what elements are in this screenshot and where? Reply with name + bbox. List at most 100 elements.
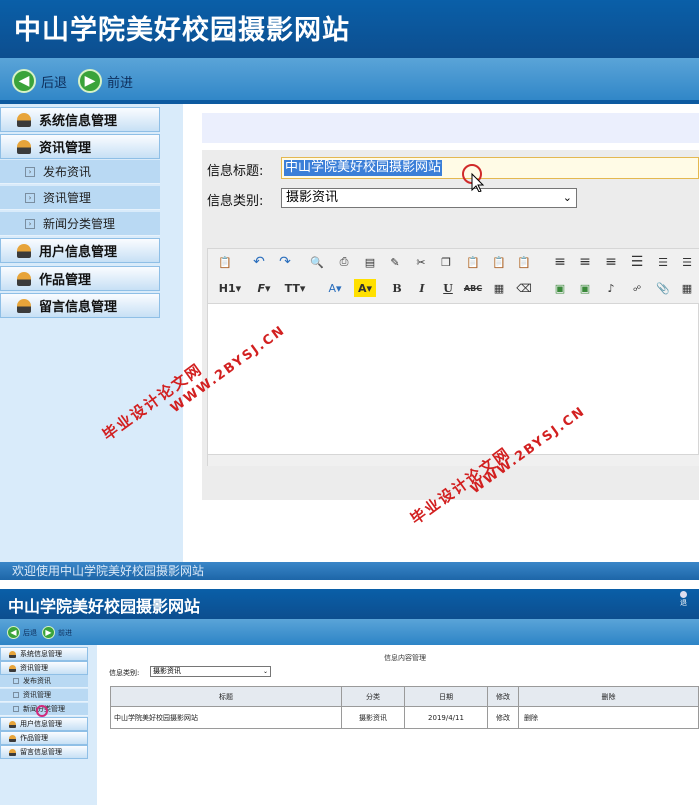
back-button[interactable]: ◀ 后退 [7,626,37,639]
back-label: 后退 [23,628,37,637]
font-color-label: A [328,281,336,295]
code-icon[interactable]: ✎ [386,253,404,271]
print-icon[interactable]: ⎙ [335,253,353,271]
sidebar-item-label: 系统信息管理 [20,650,62,658]
sidebar-item-label: 留言信息管理 [20,748,62,756]
arrow-left-icon: ◀ [7,626,20,639]
category-select[interactable]: 摄影资讯 ⌄ [281,188,577,208]
sidebar-item-news[interactable]: 资讯管理 [0,134,160,159]
category-label: 信息类别: [109,669,140,677]
paste-plain-icon[interactable]: 📋 [515,253,533,271]
sidebar-item-works[interactable]: 作品管理 [0,731,88,745]
arrow-left-icon: ◀ [12,69,36,93]
paste-word-icon[interactable]: 📋 [490,253,508,271]
content-band [202,113,699,143]
align-center-icon[interactable]: ≡ [576,253,594,271]
table-icon[interactable]: ▦ [678,279,696,297]
cell-title: 中山学院美好校园摄影网站 [110,706,342,729]
sidebar-item-users[interactable]: 用户信息管理 [0,717,88,731]
mouse-cursor-icon [462,164,486,196]
copy-icon[interactable]: ❐ [437,253,455,271]
underline-label: U [443,281,453,295]
paste-icon[interactable]: 📋 [216,253,234,271]
sidebar-subitem-news-manage[interactable]: › 资讯管理 [0,186,160,210]
sidebar-item-label: 发布资讯 [23,677,51,685]
cell-date: 2019/4/11 [404,706,488,729]
chevron-down-icon: ⌄ [562,191,572,204]
user-icon [9,748,16,756]
forward-button[interactable]: ▶ 前进 [78,69,133,93]
redo-icon[interactable]: ↷ [276,253,294,271]
sidebar-item-news[interactable]: 资讯管理 [0,661,88,675]
title-input-value[interactable]: 中山学院美好校园摄影网站 [284,160,443,176]
bullet-icon: › [25,166,35,177]
click-indicator-icon [36,705,48,717]
user-icon [9,734,16,742]
forward-button[interactable]: ▶ 前进 [42,626,72,639]
cut-icon[interactable]: ✂ [412,253,430,271]
status-footer: 欢迎使用中山学院美好校园摄影网站 [0,562,699,580]
edit-link[interactable]: 修改 [487,706,519,729]
bullet-icon: › [25,218,35,229]
bullet-icon [13,678,19,684]
font-family-button[interactable]: F ▾ [252,279,276,297]
sidebar: 系统信息管理 资讯管理 › 发布资讯 › 资讯管理 › 新闻分类管理 用户信息管… [0,104,183,562]
align-justify-icon[interactable]: ☰ [628,253,646,271]
unordered-list-icon[interactable]: ☰ [678,253,696,271]
sidebar-item-label: 发布资讯 [43,165,92,179]
font-size-button[interactable]: TT ▾ [282,279,308,297]
sidebar-item-users[interactable]: 用户信息管理 [0,238,160,263]
image-icon[interactable]: ▣ [551,279,569,297]
media-icon[interactable]: ♪ [602,279,620,297]
sidebar-item-messages[interactable]: 留言信息管理 [0,745,88,759]
bold-button[interactable]: B [388,279,406,297]
table-row: 中山学院美好校园摄影网站 摄影资讯 2019/4/11 修改 删除 [110,706,699,729]
sidebar-item-system-info[interactable]: 系统信息管理 [0,107,160,132]
font-label: F [257,281,265,295]
highlight-button[interactable]: A ▾ [354,279,376,297]
sidebar-item-label: 资讯管理 [39,141,92,156]
back-button[interactable]: ◀ 后退 [12,69,67,93]
column-header-delete: 删除 [518,686,699,707]
category-select-value: 摄影资讯 [153,667,181,675]
sidebar-subitem-publish[interactable]: 发布资讯 [0,675,88,688]
link-icon[interactable]: ☍ [628,279,646,297]
paste-text-icon[interactable]: 📋 [464,253,482,271]
flash-icon[interactable]: ▣ [576,279,594,297]
news-table: 标题 分类 日期 修改 删除 中山学院美好校园摄影网站 摄影资讯 2019/4/… [110,686,699,729]
nav-bar: ◀ 后退 ▶ 前进 [0,619,699,645]
font-color-button[interactable]: A ▾ [324,279,346,297]
user-logout[interactable]: 退 [680,591,687,608]
strike-button[interactable]: ABC [464,279,482,297]
table-header-row: 标题 分类 日期 修改 删除 [110,686,699,707]
sidebar-subitem-publish[interactable]: › 发布资讯 [0,160,160,184]
sidebar-subitem-news-manage[interactable]: 资讯管理 [0,689,88,702]
sidebar-item-messages[interactable]: 留言信息管理 [0,293,160,318]
preview-icon[interactable]: 🔍 [308,253,326,271]
logout-label: 退 [680,599,687,607]
template-icon[interactable]: ▤ [361,253,379,271]
sidebar-item-label: 新闻分类管理 [43,217,116,231]
bullet-icon [13,692,19,698]
delete-link[interactable]: 删除 [518,706,699,729]
category-select-value: 摄影资讯 [286,190,339,205]
underline-button[interactable]: U [439,279,457,297]
bullet-icon: › [25,192,35,203]
align-left-icon[interactable]: ≡ [551,253,569,271]
italic-button[interactable]: I [413,279,431,297]
align-right-icon[interactable]: ≡ [602,253,620,271]
ordered-list-icon[interactable]: ☰ [654,253,672,271]
arrow-right-icon: ▶ [42,626,55,639]
column-header-title: 标题 [110,686,342,707]
hr-icon[interactable]: ▦ [490,279,508,297]
undo-icon[interactable]: ↶ [250,253,268,271]
sidebar-item-works[interactable]: 作品管理 [0,266,160,291]
category-select[interactable]: 摄影资讯 ⌄ [150,666,271,677]
sidebar-item-label: 作品管理 [20,734,48,742]
sidebar-item-system-info[interactable]: 系统信息管理 [0,647,88,661]
attachment-icon[interactable]: 📎 [654,279,672,297]
sidebar-subitem-category[interactable]: › 新闻分类管理 [0,212,160,236]
user-icon [680,591,687,598]
heading-button[interactable]: H1 ▾ [216,279,244,297]
removeformat-icon[interactable]: ⌫ [515,279,533,297]
